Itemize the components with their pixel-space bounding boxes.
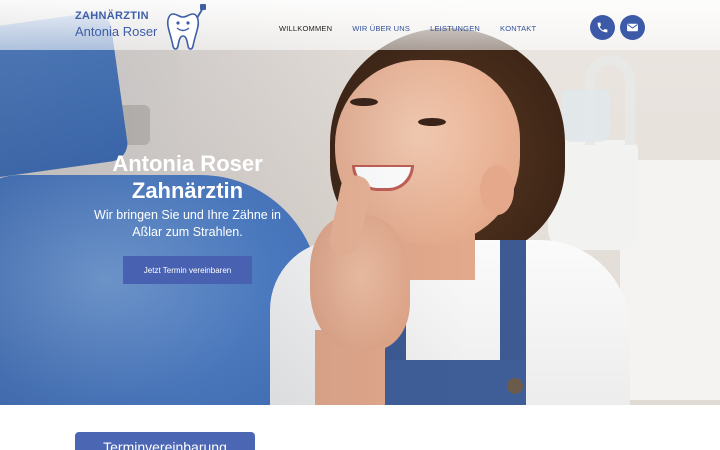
- main-nav: WILLKOMMEN WIR ÜBER UNS LEISTUNGEN KONTA…: [279, 24, 556, 33]
- site-logo[interactable]: ZAHNÄRZTIN Antonia Roser: [75, 4, 215, 52]
- book-appointment-button[interactable]: Jetzt Termin vereinbaren: [123, 256, 252, 284]
- hero-title-line2: Zahnärztin: [131, 178, 244, 203]
- logo-line1: ZAHNÄRZTIN: [75, 10, 149, 22]
- tooth-mascot-icon: [166, 4, 206, 50]
- nav-item-willkommen[interactable]: WILLKOMMEN: [279, 24, 332, 33]
- hero-title-line1: Antonia Roser: [112, 151, 263, 176]
- hero-title: Antonia Roser Zahnärztin: [90, 150, 285, 204]
- phone-icon: [597, 22, 608, 33]
- appointment-tab[interactable]: Terminvereinbarung: [75, 432, 255, 450]
- logo-line2: Antonia Roser: [75, 24, 158, 39]
- nav-item-wir-ueber-uns[interactable]: WIR ÜBER UNS: [352, 24, 410, 33]
- nav-item-leistungen[interactable]: LEISTUNGEN: [430, 24, 480, 33]
- phone-button[interactable]: [590, 15, 615, 40]
- hero-subtitle-line2: Aßlar zum Strahlen.: [132, 225, 243, 239]
- site-header: ZAHNÄRZTIN Antonia Roser WILLKOMMEN WIR …: [0, 0, 720, 50]
- hero-subtitle: Wir bringen Sie und Ihre Zähne in Aßlar …: [80, 207, 295, 241]
- nav-item-kontakt[interactable]: KONTAKT: [500, 24, 536, 33]
- mail-button[interactable]: [620, 15, 645, 40]
- hero-subtitle-line1: Wir bringen Sie und Ihre Zähne in: [94, 208, 281, 222]
- mail-icon: [627, 23, 638, 32]
